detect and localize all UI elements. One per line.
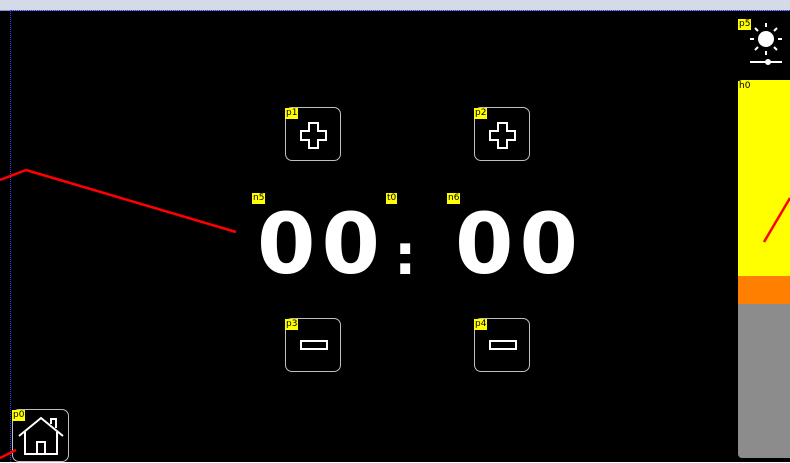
slider-track [738, 304, 790, 458]
seconds-display: 00 [455, 195, 584, 293]
tag-p5: p5 [738, 19, 752, 30]
tag-p2: p2 [474, 108, 488, 119]
tag-p4: p4 [474, 319, 488, 330]
slider-fill [738, 80, 790, 276]
minutes-display: 00 [257, 195, 386, 293]
tag-p3: p3 [285, 319, 299, 330]
time-separator: : [394, 223, 417, 288]
tag-h0: h0 [738, 81, 752, 92]
tag-t0: t0 [386, 193, 398, 204]
page-boundary-left [10, 10, 11, 462]
level-slider[interactable] [738, 80, 790, 458]
tag-p1: p1 [285, 108, 299, 119]
slider-thumb[interactable] [738, 276, 790, 304]
page-boundary-top [10, 10, 790, 11]
tag-p0: p0 [12, 410, 26, 421]
